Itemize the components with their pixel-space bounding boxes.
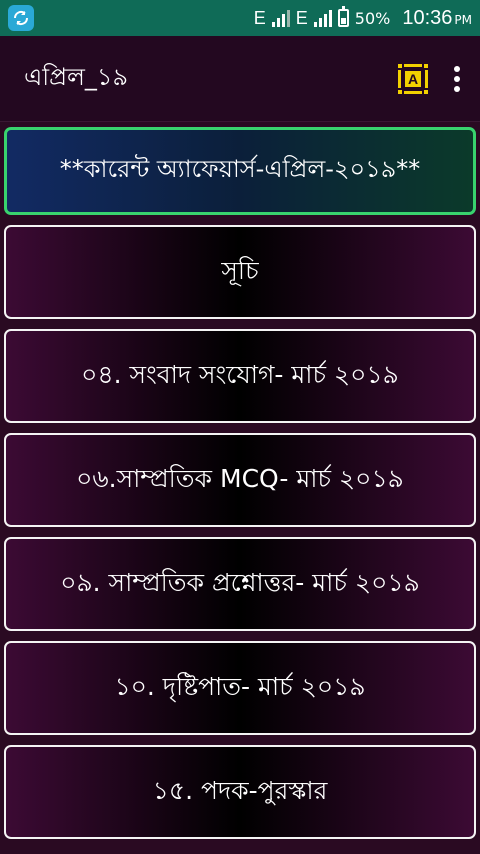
signal-icon-2 [313, 9, 332, 27]
battery-icon [337, 6, 349, 27]
more-vert-icon[interactable] [450, 60, 464, 98]
clock-time: 10:36 [402, 6, 453, 29]
content-list: **কারেন্ট অ্যাফেয়ার্স-এপ্রিল-২০১৯** সূচ… [0, 122, 480, 839]
list-item-index[interactable]: সূচি [4, 225, 476, 319]
list-item-news[interactable]: ০৪. সংবাদ সংযোগ- মার্চ ২০১৯ [4, 329, 476, 423]
list-header[interactable]: **কারেন্ট অ্যাফেয়ার্স-এপ্রিল-২০১৯** [4, 127, 476, 215]
list-item-drishtipat[interactable]: ১০. দৃষ্টিপাত- মার্চ ২০১৯ [4, 641, 476, 735]
app-title: এপ্রিল_১৯ [24, 62, 129, 91]
list-item-awards[interactable]: ১৫. পদক-পুরস্কার [4, 745, 476, 839]
clock-ampm: PM [454, 12, 472, 27]
status-bar: E E 50% 10:36 PM [0, 0, 480, 36]
network-type-2: E [295, 7, 308, 28]
list-item-qa[interactable]: ০৯. সাম্প্রতিক প্রশ্নোত্তর- মার্চ ২০১৯ [4, 537, 476, 631]
battery-percent: 50% [354, 8, 391, 28]
sync-icon [8, 5, 34, 31]
network-type-1: E [253, 7, 266, 28]
signal-icon [271, 9, 290, 27]
app-bar: এপ্রিল_১৯ A [0, 36, 480, 122]
font-size-icon[interactable]: A [396, 61, 430, 96]
list-item-mcq[interactable]: ০৬.সাম্প্রতিক MCQ- মার্চ ২০১৯ [4, 433, 476, 527]
